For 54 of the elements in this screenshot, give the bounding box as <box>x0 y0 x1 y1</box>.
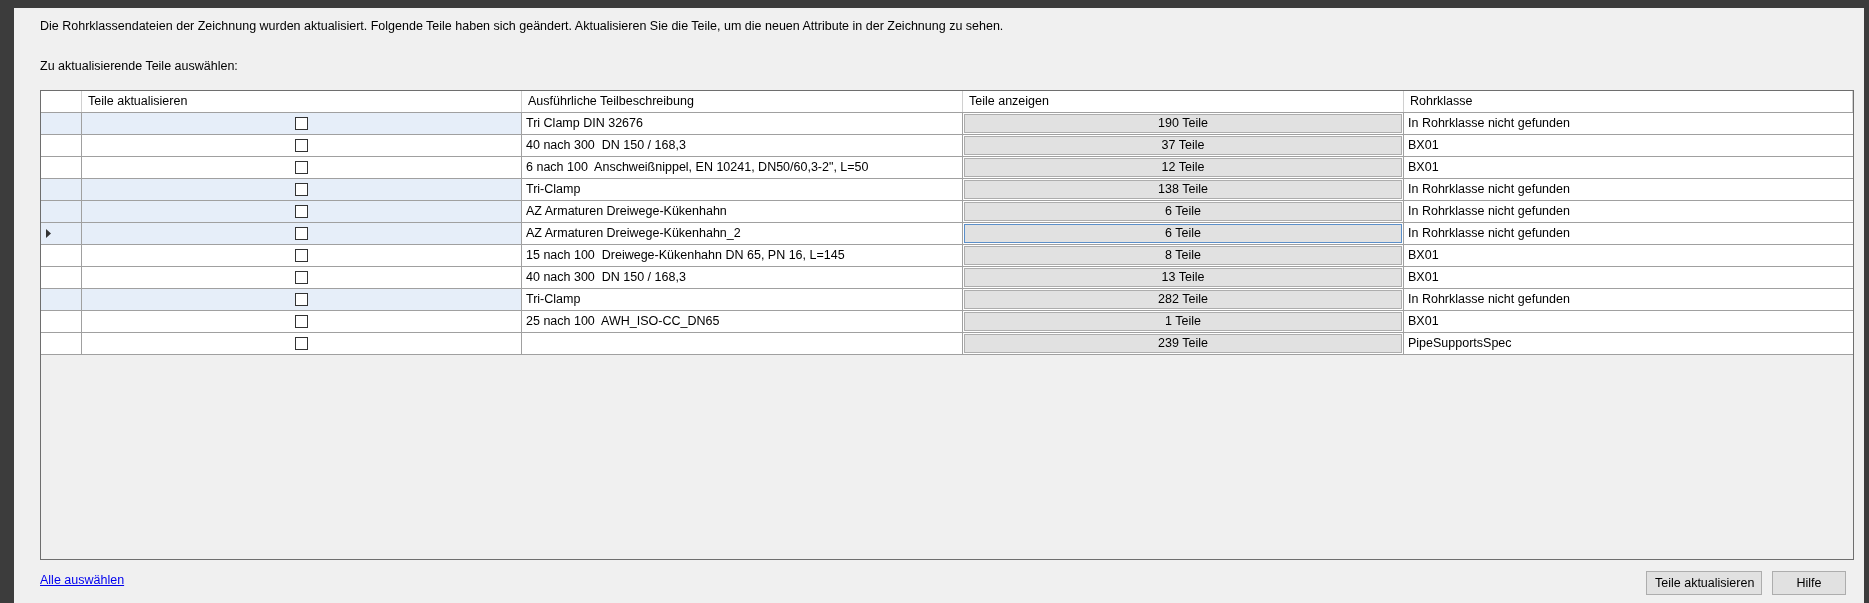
show-parts-button[interactable]: 282 Teile <box>964 290 1402 309</box>
table-cell-text: 40 nach 300 DN 150 / 168,3 <box>526 269 686 287</box>
table-cell-text: 15 nach 100 Dreiwege-Kükenhahn DN 65, PN 16, L=145 <box>526 247 845 265</box>
table-cell-text: AZ Armaturen Dreiwege-Kükenhahn_2 <box>526 225 741 243</box>
checkbox[interactable] <box>295 315 308 328</box>
show-parts-button[interactable]: 1 Teile <box>964 312 1402 331</box>
checkbox[interactable] <box>295 183 308 196</box>
show-parts-button[interactable]: 8 Teile <box>964 246 1402 265</box>
table-cell-text: In Rohrklasse nicht gefunden <box>1408 225 1570 243</box>
show-parts-button[interactable]: 6 Teile <box>964 202 1402 221</box>
dialog-button[interactable]: Teile aktualisieren <box>1646 571 1762 595</box>
table-cell-text: 25 nach 100 AWH_ISO-CC_DN65 <box>526 313 720 331</box>
checkbox[interactable] <box>295 271 308 284</box>
table-cell-text: In Rohrklasse nicht gefunden <box>1408 203 1570 221</box>
checkbox[interactable] <box>295 249 308 262</box>
checkbox[interactable] <box>295 227 308 240</box>
table-cell-text: PipeSupportsSpec <box>1408 335 1512 353</box>
column-header[interactable]: Teile aktualisieren <box>82 91 522 112</box>
table-cell-text: Tri Clamp DIN 32676 <box>526 115 643 133</box>
table-cell-text: Tri-Clamp <box>526 181 581 199</box>
table-cell-text: BX01 <box>1408 247 1439 265</box>
table-cell-text: BX01 <box>1408 269 1439 287</box>
show-parts-button[interactable]: 6 Teile <box>964 224 1402 243</box>
checkbox[interactable] <box>295 293 308 306</box>
table-cell-text: BX01 <box>1408 159 1439 177</box>
show-parts-button[interactable]: 37 Teile <box>964 136 1402 155</box>
show-parts-button[interactable]: 13 Teile <box>964 268 1402 287</box>
checkbox[interactable] <box>295 117 308 130</box>
checkbox[interactable] <box>295 161 308 174</box>
column-header[interactable]: Teile anzeigen <box>963 91 1404 112</box>
table-cell-text: 6 nach 100 Anschweißnippel, EN 10241, DN50/60,3-2", L=50 <box>526 159 869 177</box>
select-all-link[interactable]: Alle auswählen <box>40 570 125 590</box>
show-parts-button[interactable]: 138 Teile <box>964 180 1402 199</box>
current-row-icon <box>46 229 51 238</box>
table-cell-text: 40 nach 300 DN 150 / 168,3 <box>526 137 686 155</box>
show-parts-button[interactable]: 239 Teile <box>964 334 1402 353</box>
show-parts-button[interactable]: 190 Teile <box>964 114 1402 133</box>
table-cell-text: Tri-Clamp <box>526 291 581 309</box>
table-cell-text: BX01 <box>1408 137 1439 155</box>
show-parts-button[interactable]: 12 Teile <box>964 158 1402 177</box>
table-cell-text: BX01 <box>1408 313 1439 331</box>
column-header[interactable]: Ausführliche Teilbeschreibung <box>522 91 963 112</box>
message-text: Die Rohrklassendateien der Zeichnung wurden aktualisiert. Folgende Teile haben sich geändert. Aktualisieren Sie die Teile, um die neuen Attribute in der Zeichnung zu sehen. <box>40 18 1005 34</box>
instruction-text: Zu aktualisierende Teile auswählen: <box>40 58 239 74</box>
checkbox[interactable] <box>295 205 308 218</box>
table-cell-text: In Rohrklasse nicht gefunden <box>1408 181 1570 199</box>
checkbox[interactable] <box>295 139 308 152</box>
checkbox[interactable] <box>295 337 308 350</box>
table-cell-text: In Rohrklasse nicht gefunden <box>1408 115 1570 133</box>
table-cell-text: In Rohrklasse nicht gefunden <box>1408 291 1570 309</box>
table-cell-text: AZ Armaturen Dreiwege-Kükenhahn <box>526 203 727 221</box>
dialog-button[interactable]: Hilfe <box>1772 571 1846 595</box>
row-header[interactable] <box>41 223 82 244</box>
column-header[interactable]: Rohrklasse <box>1404 91 1853 112</box>
